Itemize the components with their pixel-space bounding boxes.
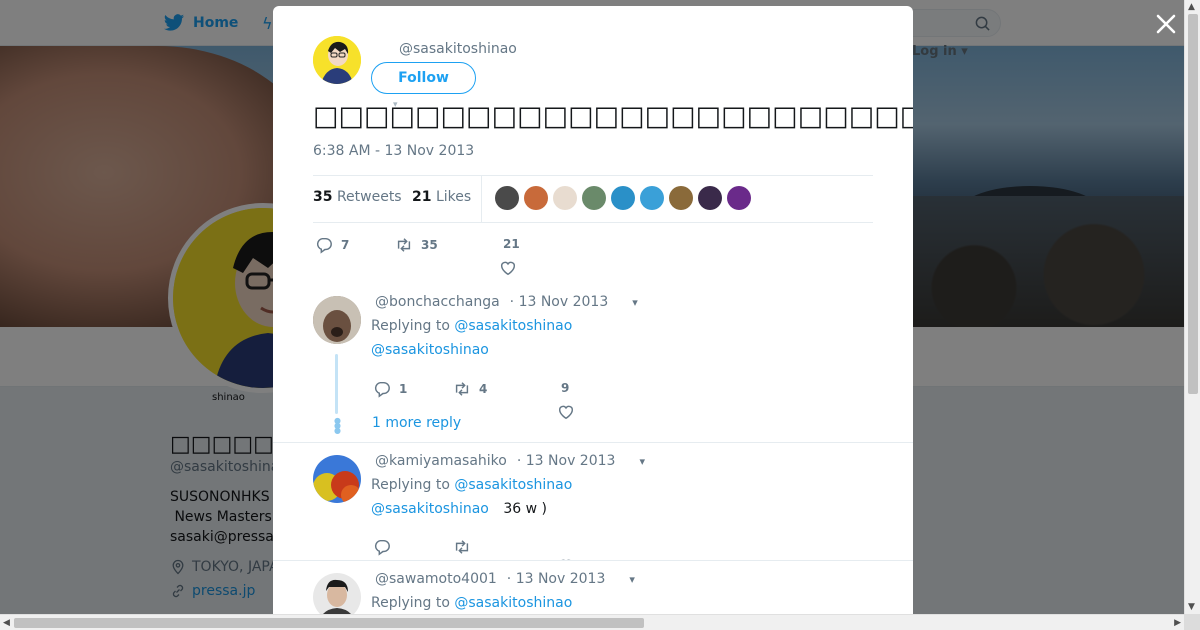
likes-stat-label: Likes: [435, 189, 472, 205]
reply-text: @sasakitoshinao: [371, 342, 499, 358]
tweet-text: □□□□□□□□□□□□□□□□□□□□□□□□□□□□□□□□□□□□□□□□…: [313, 101, 913, 132]
tweet-permalink-modal: @sasakitoshinao Follow ▾ □□□□□□□□□□□□□□□…: [273, 6, 913, 614]
scroll-left-arrow-icon[interactable]: ◀: [3, 618, 10, 628]
retweet-action[interactable]: 35: [395, 236, 438, 254]
retweet-count: 35: [421, 238, 438, 252]
follow-button[interactable]: Follow: [371, 62, 476, 94]
like-action[interactable]: [557, 403, 575, 425]
author-avatar[interactable]: [313, 36, 361, 84]
liker-avatar[interactable]: [727, 186, 751, 210]
reply-action[interactable]: 7: [315, 236, 349, 254]
horizontal-scroll-thumb[interactable]: [14, 618, 644, 628]
replying-to-link[interactable]: @sasakitoshinao: [454, 595, 572, 611]
like-count: 9: [561, 381, 570, 395]
reply-header: @kamiyamasahiko · 13 Nov 2013 ▾: [375, 453, 645, 469]
vertical-scroll-thumb[interactable]: [1188, 14, 1198, 394]
reply-count: 7: [341, 238, 350, 252]
liker-avatar[interactable]: [611, 186, 635, 210]
replying-to-line: Replying to @sasakitoshinao: [371, 477, 572, 493]
more-replies-link[interactable]: 1 more reply: [372, 415, 461, 431]
reply-icon: [374, 381, 390, 398]
liker-avatar[interactable]: [524, 186, 548, 210]
retweet-icon: [455, 540, 469, 554]
thread-connector-line: [335, 354, 338, 414]
replying-to-prefix: Replying to: [371, 318, 450, 334]
replying-to-line: Replying to @sasakitoshinao: [371, 318, 572, 334]
replying-to-prefix: Replying to: [371, 595, 450, 611]
reply-text: @sasakitoshinao 36 w ): [371, 501, 547, 517]
like-action[interactable]: [499, 259, 517, 281]
replying-to-prefix: Replying to: [371, 477, 450, 493]
autumn-leaves-image: [313, 455, 361, 503]
thread-dots: ● ● ●: [334, 416, 341, 435]
author-avatar-image: [313, 36, 361, 84]
reply-tweet[interactable]: @kamiyamasahiko · 13 Nov 2013 ▾ Replying…: [273, 443, 913, 561]
dog-photo-image: [313, 296, 361, 344]
reply-date[interactable]: · 13 Nov 2013: [507, 571, 606, 587]
retweets-stat[interactable]: 35 Retweets: [313, 189, 402, 205]
reply-handle[interactable]: @bonchacchanga: [375, 294, 500, 310]
reply-tweet[interactable]: @sawamoto4001 · 13 Nov 2013 ▾ Replying t…: [273, 561, 913, 614]
horizontal-scrollbar[interactable]: ◀ ▶: [0, 614, 1184, 630]
scroll-up-arrow-icon[interactable]: ▲: [1188, 2, 1195, 12]
liker-avatar[interactable]: [669, 186, 693, 210]
reply-header: @sawamoto4001 · 13 Nov 2013 ▾: [375, 571, 635, 587]
liker-avatar[interactable]: [698, 186, 722, 210]
reply-count: 1: [399, 382, 408, 396]
chevron-down-icon[interactable]: ▾: [632, 296, 638, 309]
reply-handle[interactable]: @sawamoto4001: [375, 571, 497, 587]
retweets-stat-count: 35: [313, 189, 333, 205]
reply-date[interactable]: · 13 Nov 2013: [517, 453, 616, 469]
reply-avatar[interactable]: [313, 455, 361, 503]
reply-body-text: 36 w ): [503, 501, 547, 517]
scrollbar-corner: [1184, 614, 1200, 630]
replying-to-link[interactable]: @sasakitoshinao: [454, 477, 572, 493]
mention-link[interactable]: @sasakitoshinao: [371, 342, 489, 358]
close-icon: [1156, 14, 1176, 34]
vertical-scrollbar[interactable]: ▲ ▼: [1184, 0, 1200, 614]
likes-stat-count: 21: [412, 189, 432, 205]
reply-date[interactable]: · 13 Nov 2013: [510, 294, 609, 310]
scroll-down-arrow-icon[interactable]: ▼: [1188, 602, 1195, 612]
liker-avatar[interactable]: [495, 186, 519, 210]
reply-tweet[interactable]: @bonchacchanga · 13 Nov 2013 ▾ Replying …: [273, 286, 913, 443]
retweet-count: 4: [479, 382, 488, 396]
reply-handle[interactable]: @kamiyamasahiko: [375, 453, 507, 469]
tweet-action-bar: 7 35 21: [313, 236, 613, 276]
chevron-down-icon[interactable]: ▾: [639, 455, 645, 468]
reply-action[interactable]: 1: [373, 380, 407, 398]
liker-avatar[interactable]: [640, 186, 664, 210]
likes-stat[interactable]: 21 Likes: [412, 189, 471, 205]
reply-icon: [374, 539, 390, 556]
liker-avatar[interactable]: [553, 186, 577, 210]
heart-icon: [500, 261, 516, 276]
close-modal-button[interactable]: [1154, 12, 1178, 36]
reply-icon: [316, 237, 332, 254]
reply-avatar[interactable]: [313, 573, 361, 614]
stats-divider: [481, 176, 482, 222]
tweet-stats: 35 Retweets 21 Likes: [313, 175, 873, 223]
reply-avatar[interactable]: [313, 296, 361, 344]
reply-header: @bonchacchanga · 13 Nov 2013 ▾: [375, 294, 638, 310]
heart-icon: [558, 405, 574, 420]
tweet-timestamp[interactable]: 6:38 AM - 13 Nov 2013: [313, 143, 474, 159]
retweets-stat-label: Retweets: [336, 189, 402, 205]
chevron-down-icon[interactable]: ▾: [629, 573, 635, 586]
person-photo-image: [313, 573, 361, 614]
retweet-icon: [397, 238, 411, 252]
reply-action[interactable]: [373, 538, 399, 556]
replying-to-link[interactable]: @sasakitoshinao: [454, 318, 572, 334]
like-count: 21: [503, 237, 520, 251]
retweet-action[interactable]: 4: [453, 380, 487, 398]
retweet-icon: [455, 382, 469, 396]
mention-link[interactable]: @sasakitoshinao: [371, 501, 489, 517]
scroll-right-arrow-icon[interactable]: ▶: [1174, 618, 1181, 628]
retweet-action[interactable]: [453, 538, 479, 556]
likers-avatar-list: [495, 186, 751, 210]
liker-avatar[interactable]: [582, 186, 606, 210]
author-handle[interactable]: @sasakitoshinao: [399, 41, 517, 57]
replying-to-line: Replying to @sasakitoshinao: [371, 595, 572, 611]
